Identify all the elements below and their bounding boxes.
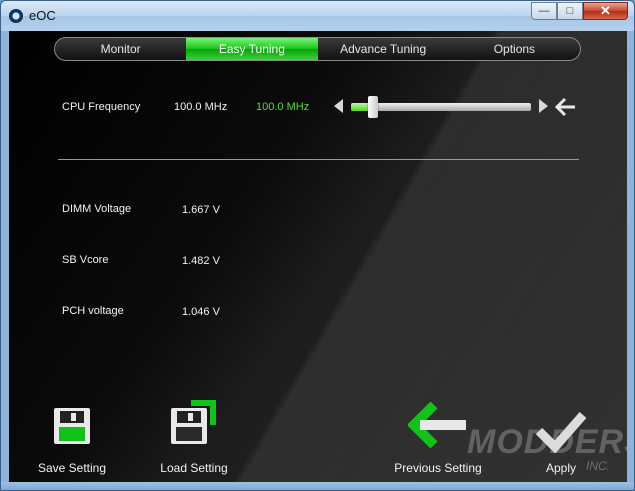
slider-decrease-arrow-icon[interactable]	[334, 99, 343, 113]
title-bar[interactable]: eOC — □ ✕	[1, 1, 634, 31]
apply-button[interactable]: Apply	[529, 409, 593, 479]
cpu-frequency-slider[interactable]	[351, 103, 531, 111]
cpu-frequency-label: CPU Frequency	[62, 101, 141, 113]
floppy-load-icon	[171, 408, 207, 444]
save-setting-label: Save Setting	[37, 461, 107, 475]
load-setting-label: Load Setting	[160, 461, 228, 475]
slider-thumb[interactable]	[367, 96, 378, 118]
tab-options[interactable]: Options	[449, 38, 580, 60]
sb-vcore-value: 1.482 V	[182, 255, 220, 267]
previous-setting-button[interactable]: Previous Setting	[393, 401, 483, 479]
client-area: Monitor Easy Tuning Advance Tuning Optio…	[9, 31, 627, 484]
tab-monitor[interactable]: Monitor	[55, 38, 186, 60]
floppy-save-icon	[54, 408, 90, 444]
checkmark-icon	[535, 412, 587, 453]
maximize-button[interactable]: □	[557, 2, 583, 20]
sb-vcore-label: SB Vcore	[62, 254, 109, 266]
eoc-logo-icon	[9, 9, 23, 23]
tab-bar: Monitor Easy Tuning Advance Tuning Optio…	[54, 37, 581, 61]
dimm-voltage-value: 1.667 V	[182, 204, 220, 216]
section-divider	[58, 159, 579, 160]
left-arrow-icon	[408, 401, 466, 449]
window-bottom-frame	[1, 482, 634, 490]
tab-easy-tuning[interactable]: Easy Tuning	[186, 38, 318, 60]
cpu-frequency-target: 100.0 MHz	[256, 101, 310, 113]
tab-advance-tuning[interactable]: Advance Tuning	[318, 38, 449, 60]
load-setting-button[interactable]: Load Setting	[154, 397, 234, 479]
save-setting-button[interactable]: Save Setting	[34, 403, 114, 479]
close-button[interactable]: ✕	[583, 2, 628, 20]
minimize-button[interactable]: —	[531, 2, 557, 20]
app-window: eOC — □ ✕ Monitor Easy Tuning Advance Tu…	[0, 0, 635, 491]
slider-increase-arrow-icon[interactable]	[539, 99, 548, 113]
window-title: eOC	[29, 8, 56, 23]
pch-voltage-value: 1.046 V	[182, 306, 220, 318]
reset-arrow-icon[interactable]	[555, 97, 577, 117]
dimm-voltage-label: DIMM Voltage	[62, 203, 132, 215]
cpu-frequency-current: 100.0 MHz	[174, 101, 228, 113]
previous-setting-label: Previous Setting	[394, 461, 482, 475]
pch-voltage-label: PCH voltage	[62, 305, 124, 317]
apply-label: Apply	[545, 461, 577, 475]
caption-buttons: — □ ✕	[531, 2, 628, 20]
